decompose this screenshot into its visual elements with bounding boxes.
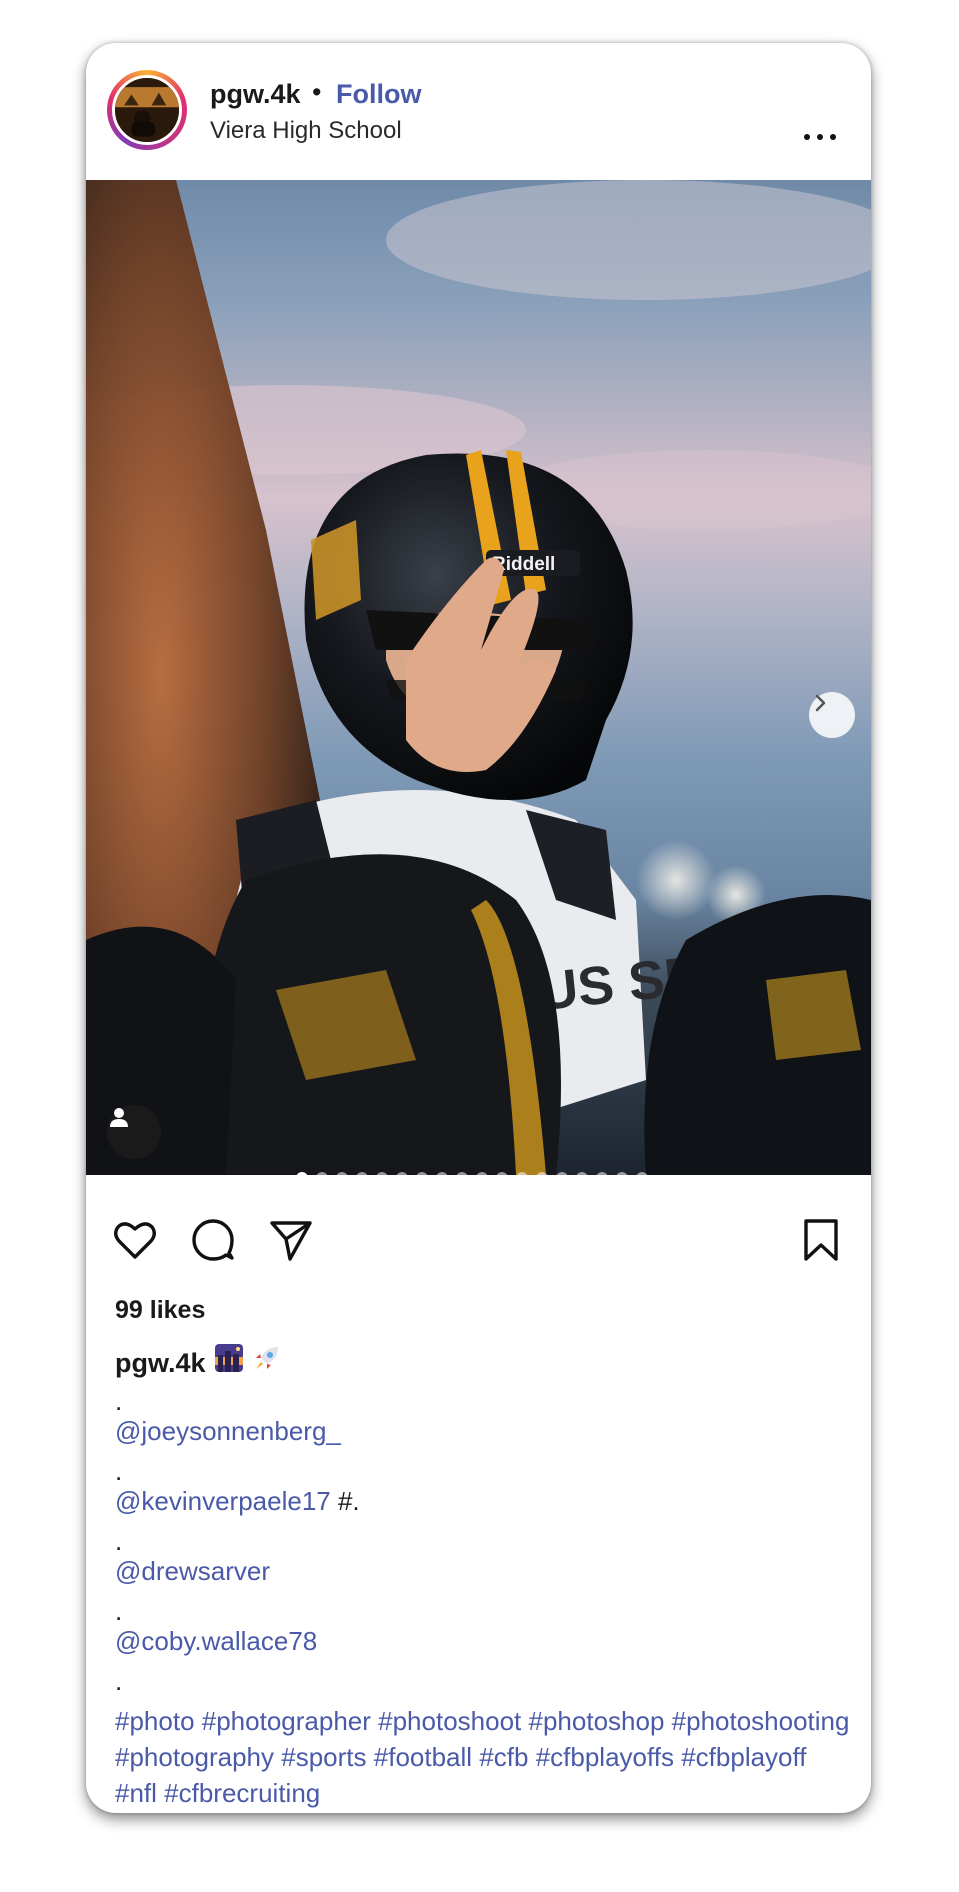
- hashtag[interactable]: #sports: [281, 1742, 366, 1772]
- hashtag[interactable]: #cfbplayoffs: [536, 1742, 674, 1772]
- user-tag-icon: [110, 1108, 128, 1127]
- carousel-dot: [296, 1172, 308, 1175]
- carousel-dot: [456, 1172, 468, 1175]
- mention-coby-wallace78[interactable]: @coby.wallace78: [115, 1626, 317, 1656]
- next-slide-button[interactable]: [809, 692, 855, 738]
- rocket-emoji: [256, 1347, 278, 1369]
- username[interactable]: pgw.4k: [210, 79, 301, 110]
- hashtag[interactable]: #cfbplayoff: [681, 1742, 806, 1772]
- caption-separator: .: [115, 1666, 123, 1696]
- carousel-dot: [356, 1172, 368, 1175]
- photo-illustration: US SPA Riddell: [86, 180, 871, 1175]
- caption-username[interactable]: pgw.4k: [115, 1348, 206, 1379]
- chevron-right-icon: [815, 694, 826, 712]
- send-icon[interactable]: [268, 1217, 314, 1263]
- likes-count[interactable]: 99 likes: [115, 1296, 205, 1325]
- carousel-dot: [396, 1172, 408, 1175]
- caption-separator: .: [115, 1526, 123, 1556]
- carousel-dot: [516, 1172, 528, 1175]
- night-city-emoji: [215, 1344, 243, 1372]
- heart-icon[interactable]: [112, 1217, 158, 1263]
- more-options-icon[interactable]: [802, 131, 838, 143]
- carousel-dot: [476, 1172, 488, 1175]
- carousel-dot: [596, 1172, 608, 1175]
- carousel-dot: [556, 1172, 568, 1175]
- hashtag[interactable]: #photoshop: [529, 1706, 665, 1736]
- carousel-dot: [576, 1172, 588, 1175]
- carousel-dot: [416, 1172, 428, 1175]
- bookmark-icon[interactable]: [798, 1217, 844, 1263]
- carousel-dot: [496, 1172, 508, 1175]
- hashtag[interactable]: #cfb: [479, 1742, 528, 1772]
- tagged-users-button[interactable]: [107, 1105, 161, 1159]
- carousel-indicator: [296, 1172, 648, 1175]
- mention-suffix: #.: [330, 1486, 360, 1516]
- caption-separator: .: [115, 1456, 123, 1486]
- mention-link[interactable]: @coby.wallace78: [115, 1626, 317, 1657]
- caption-separator: .: [115, 1596, 123, 1626]
- hashtag[interactable]: #photoshooting: [672, 1706, 850, 1736]
- carousel-dot: [436, 1172, 448, 1175]
- hashtag[interactable]: #nfl: [115, 1778, 157, 1808]
- follow-button[interactable]: Follow: [336, 79, 421, 110]
- hashtag[interactable]: #photoshoot: [378, 1706, 521, 1736]
- mention-joeysonnenberg[interactable]: @joeysonnenberg_: [115, 1416, 341, 1446]
- carousel-dot: [616, 1172, 628, 1175]
- hashtag[interactable]: #photographer: [202, 1706, 371, 1736]
- post-card: pgw.4k • Follow Viera High School US SPA…: [86, 43, 871, 1813]
- carousel-dot: [536, 1172, 548, 1175]
- comment-icon[interactable]: [190, 1217, 236, 1263]
- post-photo[interactable]: US SPA Riddell: [86, 180, 871, 1175]
- mention-drewsarver[interactable]: @drewsarver: [115, 1556, 270, 1586]
- carousel-dot: [636, 1172, 648, 1175]
- story-ring[interactable]: [107, 70, 187, 150]
- mention-line: @kevinverpaele17 #.: [115, 1486, 360, 1517]
- caption-separator: .: [115, 1386, 123, 1416]
- location-link[interactable]: Viera High School: [210, 117, 402, 145]
- mention-kevinverpaele17[interactable]: @kevinverpaele17: [115, 1486, 331, 1516]
- hashtag[interactable]: #football: [374, 1742, 472, 1772]
- hashtag[interactable]: #cfbrecruiting: [164, 1778, 320, 1808]
- carousel-dot: [316, 1172, 328, 1175]
- carousel-dot: [336, 1172, 348, 1175]
- post-header: pgw.4k • Follow Viera High School: [86, 43, 871, 180]
- action-bar: [86, 1203, 871, 1273]
- separator-dot: •: [312, 77, 322, 107]
- avatar[interactable]: [112, 75, 182, 145]
- mention-link[interactable]: @joeysonnenberg_: [115, 1416, 341, 1447]
- hashtag[interactable]: #photo: [115, 1706, 195, 1736]
- mention-link[interactable]: @drewsarver: [115, 1556, 270, 1587]
- carousel-dot: [376, 1172, 388, 1175]
- hashtag[interactable]: #photography: [115, 1742, 274, 1772]
- hashtag-list: #photo #photographer #photoshoot #photos…: [115, 1703, 855, 1811]
